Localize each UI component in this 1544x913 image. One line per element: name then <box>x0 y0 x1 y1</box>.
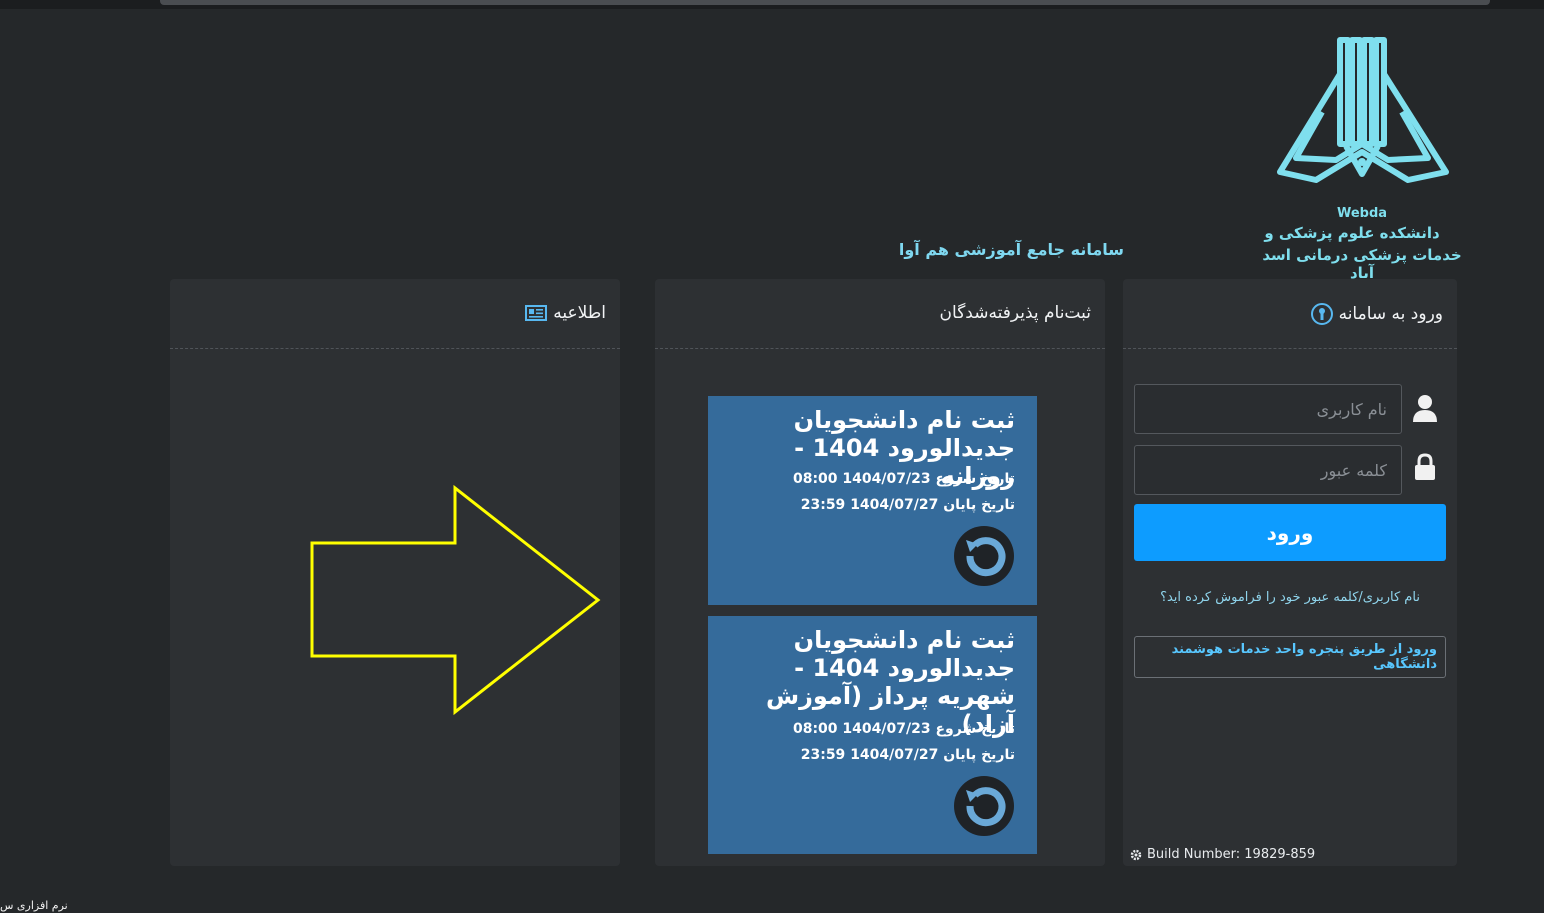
registration-panel-header: ثبت‌نام پذیرفته‌شدگان <box>655 279 1105 349</box>
password-field[interactable] <box>1134 445 1402 495</box>
gear-icon <box>1130 849 1142 860</box>
lock-icon <box>1415 453 1435 480</box>
sso-login-button[interactable]: ورود از طریق پنجره واحد خدمات هوشمند دان… <box>1134 636 1446 678</box>
history-icon[interactable] <box>954 526 1014 586</box>
card-end-date: تاریخ پایان 1404/07/27 23:59 <box>800 497 1015 513</box>
login-panel: ورود به سامانه ورود نام کاربری/کلمه عبور… <box>1123 279 1457 866</box>
book-pen-logo-icon <box>1277 37 1449 183</box>
registration-card-tuition[interactable]: ثبت نام دانشجویان جدیدالورود 1404 - شهری… <box>708 616 1037 854</box>
keyhole-icon <box>1310 303 1333 325</box>
card-start-date: تاریخ شروع 1404/07/23 08:00 <box>792 721 1015 737</box>
newspaper-icon <box>525 305 548 321</box>
login-button[interactable]: ورود <box>1134 504 1446 561</box>
announcements-panel-header: اطلاعیه <box>170 279 620 349</box>
registration-card-daytime[interactable]: ثبت نام دانشجویان جدیدالورود 1404 - روزا… <box>708 396 1037 605</box>
password-input[interactable] <box>1135 446 1401 494</box>
registration-title-text: ثبت‌نام پذیرفته‌شدگان <box>939 303 1091 323</box>
announcements-title: اطلاعیه <box>525 303 606 323</box>
browser-top-strip <box>0 0 1544 9</box>
logo-line-1: دانشکده علوم پزشکی و <box>1264 224 1440 242</box>
logo-line-2: خدمات پزشکی درمانی اسد آباد <box>1262 246 1462 282</box>
build-number: Build Number: 19829-859 <box>1130 847 1315 862</box>
address-bar[interactable] <box>160 0 1490 5</box>
build-number-text: Build Number: 19829-859 <box>1147 847 1316 862</box>
registration-panel: ثبت‌نام پذیرفته‌شدگان ثبت نام دانشجویان … <box>655 279 1105 866</box>
username-input[interactable] <box>1135 385 1401 433</box>
announcements-title-text: اطلاعیه <box>553 303 606 323</box>
username-field[interactable] <box>1134 384 1402 434</box>
university-logo: Webda دانشکده علوم پزشکی و خدمات پزشکی د… <box>1262 34 1462 282</box>
card-start-date: تاریخ شروع 1404/07/23 08:00 <box>792 471 1015 487</box>
system-title: سامانه جامع آموزشی هم آوا <box>898 240 1124 259</box>
footer-text: نرم افزاری س <box>0 899 68 912</box>
logo-brand: Webda <box>1336 206 1388 221</box>
yellow-arrow-annotation <box>310 484 601 716</box>
login-title-text: ورود به سامانه <box>1338 304 1443 324</box>
user-icon <box>1413 395 1437 422</box>
login-panel-header: ورود به سامانه <box>1123 279 1457 349</box>
forgot-password-link[interactable]: نام کاربری/کلمه عبور خود را فراموش کرده … <box>1134 590 1446 605</box>
login-title: ورود به سامانه <box>1310 303 1443 325</box>
history-icon[interactable] <box>954 776 1014 836</box>
card-end-date: تاریخ پایان 1404/07/27 23:59 <box>800 747 1015 763</box>
registration-title: ثبت‌نام پذیرفته‌شدگان <box>940 303 1091 323</box>
